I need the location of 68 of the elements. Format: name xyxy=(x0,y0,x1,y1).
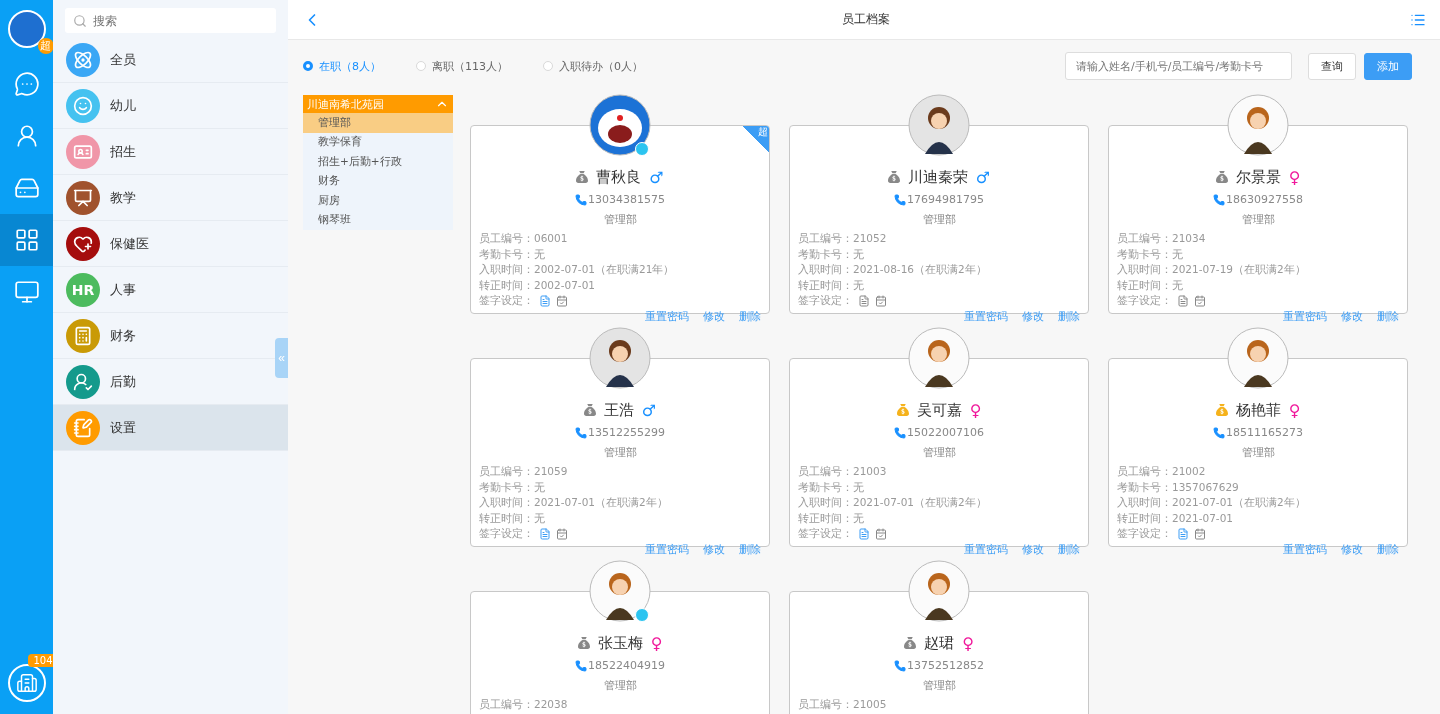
employee-name: 曹秋良 xyxy=(596,167,642,187)
employee-name: 张玉梅 xyxy=(597,633,643,653)
employee-field: 员工编号：21002 xyxy=(1117,464,1399,480)
gender-symbol: ♀ xyxy=(650,633,663,653)
department-name: 管理部 xyxy=(922,446,956,459)
employee-field: 考勤卡号：无 xyxy=(479,479,761,495)
corner-badge: 超 xyxy=(743,126,769,152)
employee-field: 考勤卡号：无 xyxy=(798,479,1080,495)
employee-field: 转正时间：无 xyxy=(1117,277,1399,293)
phone-number: 18630927558 xyxy=(1226,192,1303,208)
employee-field: 入职时间：2021-07-19（在职满2年） xyxy=(1117,262,1399,278)
phone-number: 13752512852 xyxy=(907,658,984,674)
employee-field: 考勤卡号：无 xyxy=(1117,246,1399,262)
page-title: 员工档案 xyxy=(842,11,890,28)
department-name: 管理部 xyxy=(603,679,637,692)
employee-field: 入职时间：2002-07-01（在职满21年） xyxy=(479,262,761,278)
employee-field: 员工编号：21003 xyxy=(798,464,1080,480)
employee-field: 转正时间：2002-07-01 xyxy=(479,277,761,293)
signature-label: 签字设定： xyxy=(1117,293,1172,309)
employee-field: 考勤卡号：无 xyxy=(479,246,761,262)
employee-field: 入职时间：2021-07-01（在职满2年） xyxy=(798,495,1080,511)
signature-label: 签字设定： xyxy=(1117,526,1172,542)
employee-field: 入职时间：2021-07-01（在职满2年） xyxy=(1117,495,1399,511)
phone-number: 18522404919 xyxy=(588,658,665,674)
department-name: 管理部 xyxy=(1241,213,1275,226)
phone-number: 17694981795 xyxy=(907,192,984,208)
employee-field: 员工编号：21034 xyxy=(1117,231,1399,247)
employee-name: 杨艳菲 xyxy=(1235,400,1281,420)
phone-number: 13512255299 xyxy=(588,425,665,441)
employee-field: 考勤卡号：无 xyxy=(798,246,1080,262)
gender-symbol: ♂ xyxy=(649,167,664,187)
signature-label: 签字设定： xyxy=(798,293,853,309)
gender-symbol: ♂ xyxy=(975,167,991,187)
gender-symbol: ♀ xyxy=(1288,400,1301,420)
employee-name: 吴可嘉 xyxy=(916,400,962,420)
employee-field: 转正时间：2021-07-01 xyxy=(1117,510,1399,526)
avatar-badge: 超 xyxy=(37,38,54,54)
signature-label: 签字设定： xyxy=(479,293,534,309)
employee-field: 转正时间：无 xyxy=(798,277,1080,293)
employee-name: 王浩 xyxy=(603,400,634,420)
department-name: 管理部 xyxy=(603,446,637,459)
phone-number: 18511165273 xyxy=(1226,425,1303,441)
employee-field: 员工编号：21005 xyxy=(798,697,1080,713)
department-name: 管理部 xyxy=(603,213,637,226)
employee-field: 员工编号：22038 xyxy=(479,697,761,713)
employee-field: 员工编号：06001 xyxy=(479,231,761,247)
gender-symbol: ♀ xyxy=(969,400,982,420)
employee-field: 转正时间：无 xyxy=(798,510,1080,526)
employee-name: 赵珺 xyxy=(924,633,955,653)
employee-name: 尔景景 xyxy=(1235,167,1281,187)
phone-number: 13034381575 xyxy=(588,192,665,208)
employee-field: 入职时间：2021-07-01（在职满2年） xyxy=(479,495,761,511)
signature-label: 签字设定： xyxy=(798,526,853,542)
employee-field: 转正时间：无 xyxy=(479,510,761,526)
department-name: 管理部 xyxy=(1241,446,1275,459)
phone-number: 15022007106 xyxy=(907,425,984,441)
menu-icon: HR xyxy=(66,272,100,307)
employee-field: 员工编号：21052 xyxy=(798,231,1080,247)
signature-label: 签字设定： xyxy=(479,526,534,542)
employee-field: 员工编号：21059 xyxy=(479,464,761,480)
department-name: 管理部 xyxy=(922,679,956,692)
employee-field: 入职时间：2021-08-16（在职满2年） xyxy=(798,262,1080,278)
employee-field: 考勤卡号：1357067629 xyxy=(1117,479,1399,495)
gender-symbol: ♂ xyxy=(641,400,657,420)
gender-symbol: ♀ xyxy=(1288,167,1301,187)
employee-name: 川迪秦荣 xyxy=(907,167,968,187)
department-name: 管理部 xyxy=(922,213,956,226)
gender-symbol: ♀ xyxy=(962,633,974,653)
